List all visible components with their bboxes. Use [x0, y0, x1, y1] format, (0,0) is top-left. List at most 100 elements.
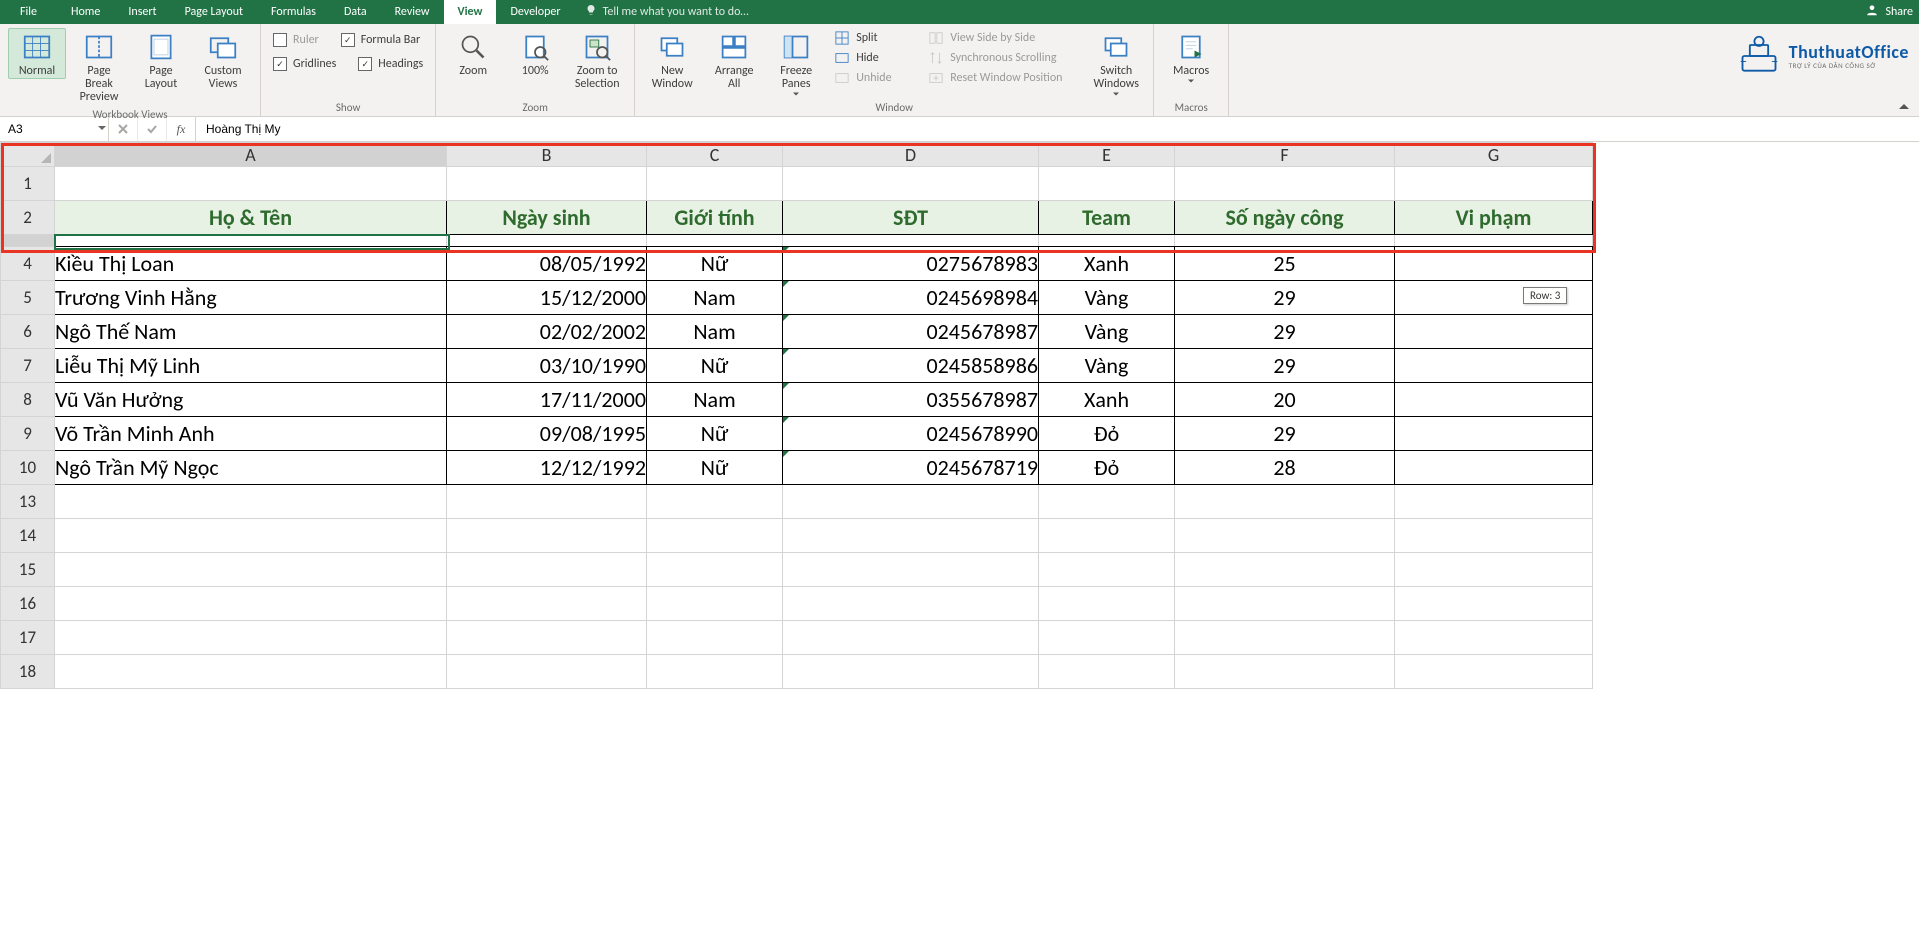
tab-page-layout[interactable]: Page Layout: [171, 0, 257, 24]
cell[interactable]: [1175, 485, 1395, 519]
cell[interactable]: [1395, 451, 1593, 485]
page-layout-button[interactable]: Page Layout: [132, 28, 190, 92]
cell[interactable]: Vàng: [1039, 281, 1175, 315]
row-header[interactable]: 13: [1, 485, 55, 519]
cell[interactable]: Ngô Thế Nam: [55, 315, 447, 349]
cell[interactable]: [1395, 235, 1593, 247]
cell[interactable]: 29: [1175, 315, 1395, 349]
column-header[interactable]: B: [447, 143, 647, 167]
cell[interactable]: [647, 235, 783, 247]
cell[interactable]: [1039, 621, 1175, 655]
zoom-button[interactable]: Zoom: [444, 28, 502, 79]
select-all-corner[interactable]: [1, 143, 55, 167]
row-header[interactable]: 8: [1, 383, 55, 417]
name-box[interactable]: [0, 117, 109, 141]
cell[interactable]: [1395, 383, 1593, 417]
column-header[interactable]: C: [647, 143, 783, 167]
cell[interactable]: [1395, 655, 1593, 689]
name-box-dropdown[interactable]: [98, 122, 106, 136]
row-header[interactable]: 2: [1, 201, 55, 235]
cell[interactable]: [55, 519, 447, 553]
spreadsheet-grid[interactable]: ABCDEFG 12Họ & TênNgày sinhGiới tínhSĐTT…: [0, 142, 1593, 689]
cell[interactable]: [783, 167, 1039, 201]
cell[interactable]: 03/10/1990: [447, 349, 647, 383]
zoom-100-button[interactable]: 100%: [506, 28, 564, 79]
column-header[interactable]: G: [1395, 143, 1593, 167]
new-window-button[interactable]: New Window: [643, 28, 701, 92]
cell[interactable]: 17/11/2000: [447, 383, 647, 417]
cell[interactable]: [1395, 167, 1593, 201]
cell[interactable]: [647, 553, 783, 587]
row-header[interactable]: 17: [1, 621, 55, 655]
row-header[interactable]: 14: [1, 519, 55, 553]
cell[interactable]: [1175, 235, 1395, 247]
cell[interactable]: [1175, 621, 1395, 655]
cell[interactable]: [447, 621, 647, 655]
cell[interactable]: Kiều Thị Loan: [55, 247, 447, 281]
cell[interactable]: [1175, 553, 1395, 587]
cell[interactable]: Số ngày công: [1175, 201, 1395, 235]
row-header[interactable]: 6: [1, 315, 55, 349]
normal-view-button[interactable]: Normal: [8, 28, 66, 79]
cell[interactable]: [1175, 519, 1395, 553]
cell[interactable]: [1395, 485, 1593, 519]
cell[interactable]: SĐT: [783, 201, 1039, 235]
cell[interactable]: [1039, 655, 1175, 689]
gridlines-checkbox[interactable]: ✓Gridlines: [269, 56, 340, 72]
page-break-preview-button[interactable]: Page Break Preview: [70, 28, 128, 106]
cell[interactable]: Vàng: [1039, 315, 1175, 349]
cell[interactable]: [647, 621, 783, 655]
cell[interactable]: Nữ: [647, 417, 783, 451]
cell[interactable]: 12/12/1992: [447, 451, 647, 485]
cell[interactable]: [1395, 621, 1593, 655]
cell[interactable]: [447, 655, 647, 689]
row-header[interactable]: 10: [1, 451, 55, 485]
formula-bar-checkbox[interactable]: ✓Formula Bar: [337, 32, 424, 48]
zoom-to-selection-button[interactable]: Zoom to Selection: [568, 28, 626, 92]
cell[interactable]: Vũ Văn Hưởng: [55, 383, 447, 417]
hide-button[interactable]: Hide: [829, 48, 919, 68]
cell[interactable]: Đỏ: [1039, 417, 1175, 451]
cell[interactable]: [1395, 519, 1593, 553]
custom-views-button[interactable]: Custom Views: [194, 28, 252, 92]
cell[interactable]: 15/12/2000: [447, 281, 647, 315]
cell[interactable]: [447, 553, 647, 587]
cell[interactable]: Xanh: [1039, 383, 1175, 417]
cell[interactable]: 0245678719: [783, 451, 1039, 485]
cell[interactable]: Ngô Trần Mỹ Ngọc: [55, 451, 447, 485]
tell-me-search[interactable]: Tell me what you want to do…: [575, 0, 759, 24]
share-button[interactable]: Share: [1865, 0, 1913, 24]
cell[interactable]: 20: [1175, 383, 1395, 417]
enter-formula-button[interactable]: [138, 117, 167, 141]
row-header[interactable]: 1: [1, 167, 55, 201]
row-header[interactable]: 9: [1, 417, 55, 451]
cell[interactable]: 25: [1175, 247, 1395, 281]
cell[interactable]: [55, 553, 447, 587]
cell[interactable]: [783, 621, 1039, 655]
cell[interactable]: [447, 167, 647, 201]
cell[interactable]: 0245698984: [783, 281, 1039, 315]
row-header[interactable]: 7: [1, 349, 55, 383]
cell[interactable]: Giới tính: [647, 201, 783, 235]
cell[interactable]: 0355678987: [783, 383, 1039, 417]
row-header[interactable]: 4: [1, 247, 55, 281]
cell[interactable]: [1395, 315, 1593, 349]
cell[interactable]: 0245678990: [783, 417, 1039, 451]
tab-data[interactable]: Data: [330, 0, 381, 24]
freeze-panes-button[interactable]: Freeze Panes: [767, 28, 825, 98]
arrange-all-button[interactable]: Arrange All: [705, 28, 763, 92]
tab-developer[interactable]: Developer: [496, 0, 574, 24]
cell[interactable]: 29: [1175, 349, 1395, 383]
cell[interactable]: Liễu Thị Mỹ Linh: [55, 349, 447, 383]
column-header[interactable]: F: [1175, 143, 1395, 167]
tab-file[interactable]: File: [0, 0, 57, 24]
cell[interactable]: [1395, 553, 1593, 587]
cell[interactable]: [783, 553, 1039, 587]
collapse-ribbon-button[interactable]: [1895, 100, 1913, 114]
cell[interactable]: 0245678987: [783, 315, 1039, 349]
cell[interactable]: [55, 235, 447, 247]
cell[interactable]: [55, 655, 447, 689]
formula-input[interactable]: [204, 121, 1911, 137]
cell[interactable]: 0245858986: [783, 349, 1039, 383]
cell[interactable]: Nữ: [647, 451, 783, 485]
